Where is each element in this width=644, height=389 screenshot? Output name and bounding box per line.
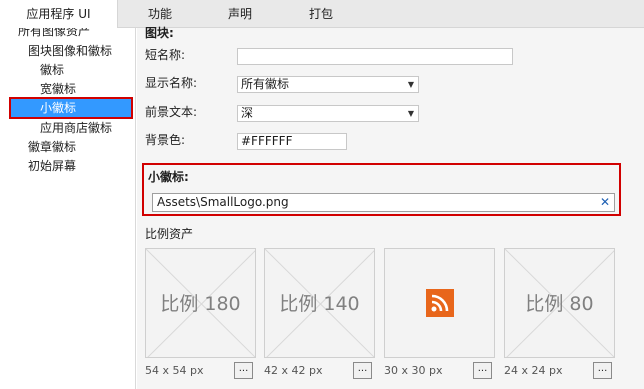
browse-button[interactable]: ... [473,362,492,379]
small-logo-path-value: Assets\SmallLogo.png [157,195,289,209]
display-name-select[interactable]: 所有徽标 ▼ [237,76,419,93]
browse-button[interactable]: ... [234,362,253,379]
small-logo-path-input[interactable]: Assets\SmallLogo.png ✕ [152,193,615,212]
image-assets-tree: 所有图像资产 图块图像和徽标 徽标 宽徽标 小徽标 应用商店徽标 徽章徽标 初始… [0,28,136,389]
small-logo-callout: 小徽标: Assets\SmallLogo.png ✕ [142,163,621,216]
scale-180-tile[interactable]: 比例 180 [145,248,256,358]
nav-item-store-logo[interactable]: 应用商店徽标 [40,119,112,137]
close-icon[interactable]: ✕ [600,194,610,211]
scale-assets-header: 比例资产 [145,227,194,241]
small-logo-label: 小徽标: [148,170,189,184]
scale-100-size: 30 x 30 px [384,364,443,377]
background-color-input[interactable]: #FFFFFF [237,133,347,150]
browse-button[interactable]: ... [593,362,612,379]
scale-80-size: 24 x 24 px [504,364,563,377]
background-color-label: 背景色: [145,133,186,147]
tile-section-header: 图块: [145,26,174,40]
nav-item-logo[interactable]: 徽标 [40,61,64,79]
scale-80-tile[interactable]: 比例 80 [504,248,615,358]
nav-item-wide-logo[interactable]: 宽徽标 [40,80,76,98]
nav-item-all-assets[interactable]: 所有图像资产 [18,28,90,40]
scale-140-size: 42 x 42 px [264,364,323,377]
tab-packaging[interactable]: 打包 [286,0,356,28]
scale-180-label: 比例 180 [160,293,241,315]
foreground-text-value: 深 [241,106,254,120]
foreground-text-select[interactable]: 深 ▼ [237,105,419,122]
chevron-down-icon: ▼ [407,109,414,118]
display-name-value: 所有徽标 [241,77,290,91]
scale-180-size: 54 x 54 px [145,364,204,377]
scale-80-label: 比例 80 [525,293,594,315]
tab-bar: 应用程序 UI 功能 声明 打包 [0,0,644,29]
short-name-label: 短名称: [145,48,186,62]
tab-app-ui[interactable]: 应用程序 UI [0,0,118,29]
nav-item-splash-screen[interactable]: 初始屏幕 [28,157,76,175]
browse-button[interactable]: ... [353,362,372,379]
asset-properties-pane: 图块: 短名称: 显示名称: 所有徽标 ▼ 前景文本: 深 ▼ 背景色: #FF… [137,26,644,389]
foreground-text-label: 前景文本: [145,105,198,119]
chevron-down-icon: ▼ [407,80,414,89]
short-name-input[interactable] [237,48,513,65]
scale-140-label: 比例 140 [279,293,360,315]
rss-icon [426,289,454,317]
scale-140-tile[interactable]: 比例 140 [264,248,375,358]
tab-declarations[interactable]: 声明 [205,0,275,28]
nav-item-small-logo[interactable]: 小徽标 [40,99,76,117]
nav-item-tile-images-and-logos[interactable]: 图块图像和徽标 [28,42,112,60]
scale-100-tile[interactable] [384,248,495,358]
display-name-label: 显示名称: [145,76,198,90]
nav-item-badge-logo[interactable]: 徽章徽标 [28,138,76,156]
